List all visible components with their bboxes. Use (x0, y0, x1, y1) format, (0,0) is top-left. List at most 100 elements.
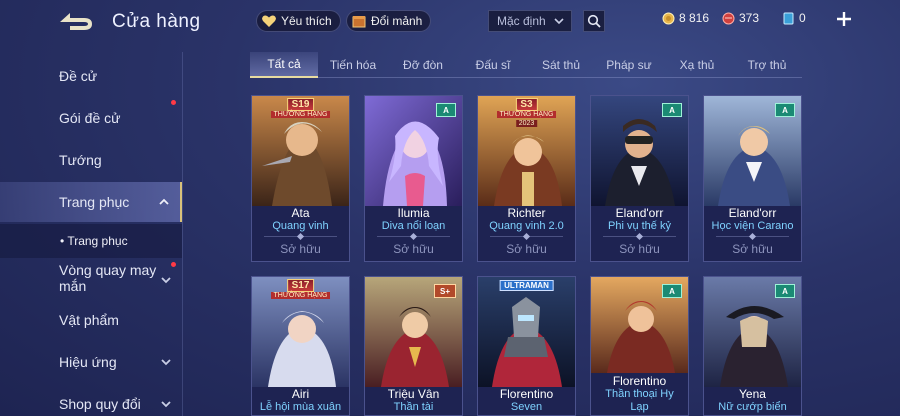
skin-card[interactable]: S19 THƯỜNG HẠNG Ata Quang vinh Sở hữu (251, 95, 350, 262)
tab-mage[interactable]: Pháp sư (596, 52, 662, 78)
skin-art: A (704, 277, 801, 387)
add-currency-button[interactable] (834, 9, 854, 29)
notification-dot (171, 262, 176, 267)
skin-name: Nữ cướp biển (718, 401, 787, 413)
sidebar-item-effects[interactable]: Hiệu ứng (0, 342, 182, 382)
page-title: Cửa hàng (112, 11, 201, 32)
card-divider (603, 236, 676, 237)
owned-status: Sở hữu (619, 242, 660, 256)
owned-status: Sở hữu (732, 242, 773, 256)
skin-name: Quang vinh (272, 220, 329, 232)
skin-name: Seven (510, 401, 543, 413)
skin-card[interactable]: A Ilumia Diva nổi loạn Sở hữu (364, 95, 463, 262)
hero-name: Florentino (612, 374, 667, 388)
skin-card[interactable]: A Yena Nữ cướp biển (703, 276, 802, 416)
rank-badge: A (775, 284, 795, 298)
sidebar-item-recommended[interactable]: Đề cử (0, 56, 182, 96)
skin-art: A (591, 277, 688, 373)
skin-art: S17 THƯỜNG HẠNG (252, 277, 349, 387)
sidebar-item-exchange-shop[interactable]: Shop quy đổi (0, 384, 182, 416)
favorites-button[interactable]: Yêu thích (256, 10, 341, 32)
hero-name: Eland'orr (615, 206, 664, 220)
tab-tank[interactable]: Đỡ đòn (390, 52, 456, 78)
chevron-down-icon (161, 359, 171, 366)
search-icon (587, 14, 601, 28)
season-year: 2023 (515, 120, 538, 127)
sidebar-item-label: Trang phục (59, 194, 130, 210)
hero-name: Richter (507, 206, 546, 220)
skin-card[interactable]: A Florentino Thần thoại Hy Lạp (590, 276, 689, 416)
sidebar-item-lucky-wheel[interactable]: Vòng quay may mắn (0, 258, 182, 300)
top-bar: Cửa hàng Yêu thích Đổi mảnh Mặc định 8 8… (0, 0, 900, 42)
sidebar-item-label: Tướng (59, 152, 102, 168)
chevron-down-icon (554, 18, 564, 25)
sidebar-item-label: Vật phẩm (59, 312, 119, 328)
season-badge: S19 (286, 98, 315, 111)
exchange-label: Đổi mảnh (371, 14, 423, 28)
sidebar-item-items[interactable]: Vật phẩm (0, 300, 182, 340)
search-button[interactable] (583, 10, 605, 32)
sort-value: Mặc định (497, 14, 546, 28)
chevron-down-icon (161, 401, 171, 408)
skin-name: Diva nổi loạn (381, 220, 446, 232)
back-button[interactable] (58, 10, 98, 34)
skin-name: Quang vinh 2.0 (489, 220, 564, 232)
skin-art: A (365, 96, 462, 206)
favorites-label: Yêu thích (281, 14, 332, 28)
sort-dropdown[interactable]: Mặc định (488, 10, 572, 32)
skin-card[interactable]: S17 THƯỜNG HẠNG Airi Lễ hội mùa xuân (251, 276, 350, 416)
skin-card[interactable]: S3 THƯỜNG HẠNG 2023 Richter Quang vinh 2… (477, 95, 576, 262)
gold-amount: 8 816 (679, 11, 710, 25)
voucher-icon (783, 12, 794, 24)
notification-dot (171, 100, 176, 105)
tab-all[interactable]: Tất cả (250, 52, 318, 78)
tab-fighter[interactable]: Đấu sĩ (460, 52, 526, 78)
tab-evolution[interactable]: Tiến hóa (320, 52, 386, 78)
hero-name: Eland'orr (728, 206, 777, 220)
rank-badge: A (662, 284, 682, 298)
sidebar-item-skins[interactable]: Trang phục (0, 182, 182, 222)
skin-art: A (704, 96, 801, 206)
season-badge-label: THƯỜNG HẠNG (270, 111, 331, 118)
sidebar-subitem-label: • Trang phục (60, 234, 128, 248)
sidebar-item-heroes[interactable]: Tướng (0, 140, 182, 180)
tab-assassin[interactable]: Sát thủ (528, 52, 594, 78)
card-divider (264, 236, 337, 237)
skin-card[interactable]: A Eland'orr Phi vụ thế kỷ Sở hữu (590, 95, 689, 262)
back-arrow-icon (60, 13, 92, 30)
sidebar-subitem-skins[interactable]: • Trang phục (0, 224, 182, 258)
category-tabs: Tất cả Tiến hóa Đỡ đòn Đấu sĩ Sát thủ Ph… (250, 52, 802, 78)
sidebar-item-label: Vòng quay may mắn (59, 262, 157, 294)
owned-status: Sở hữu (393, 242, 434, 256)
hero-name: Ilumia (397, 206, 430, 220)
skin-art: S19 THƯỜNG HẠNG (252, 96, 349, 206)
tab-support[interactable]: Trợ thủ (734, 52, 800, 78)
hero-name: Triệu Vân (387, 387, 440, 401)
sidebar-item-label: Đề cử (59, 68, 98, 84)
season-badge-label: THƯỜNG HẠNG (270, 292, 331, 299)
skin-name: Học viện Carano (711, 220, 794, 232)
sidebar-item-recommended-packs[interactable]: Gói đề cử (0, 98, 182, 138)
exchange-button[interactable]: Đổi mảnh (346, 10, 432, 32)
skin-card[interactable]: ULTRAMAN Florentino Seven (477, 276, 576, 416)
rank-badge: A (662, 103, 682, 117)
rank-badge: A (436, 103, 456, 117)
red-gem-icon (722, 12, 735, 24)
hero-name: Ata (291, 206, 310, 220)
hero-name: Yena (739, 387, 766, 401)
skin-art: S+ (365, 277, 462, 387)
chevron-down-icon (161, 277, 171, 284)
sidebar-item-label: Shop quy đổi (59, 396, 141, 412)
skin-card[interactable]: S+ Triệu Vân Thần tài (364, 276, 463, 416)
skin-art: A (591, 96, 688, 206)
plus-icon (837, 12, 851, 26)
skin-card[interactable]: A Eland'orr Học viện Carano Sở hữu (703, 95, 802, 262)
card-divider (716, 236, 789, 237)
heart-icon (261, 13, 277, 29)
skin-name: Phi vụ thế kỷ (608, 220, 671, 232)
sidebar: Đề cử Gói đề cử Tướng Trang phục • Trang… (0, 52, 182, 416)
tab-marksman[interactable]: Xạ thủ (664, 52, 730, 78)
skin-name: Thần thoại Hy Lạp (605, 388, 674, 413)
gold-coin-icon (662, 12, 675, 24)
rank-badge: A (775, 103, 795, 117)
